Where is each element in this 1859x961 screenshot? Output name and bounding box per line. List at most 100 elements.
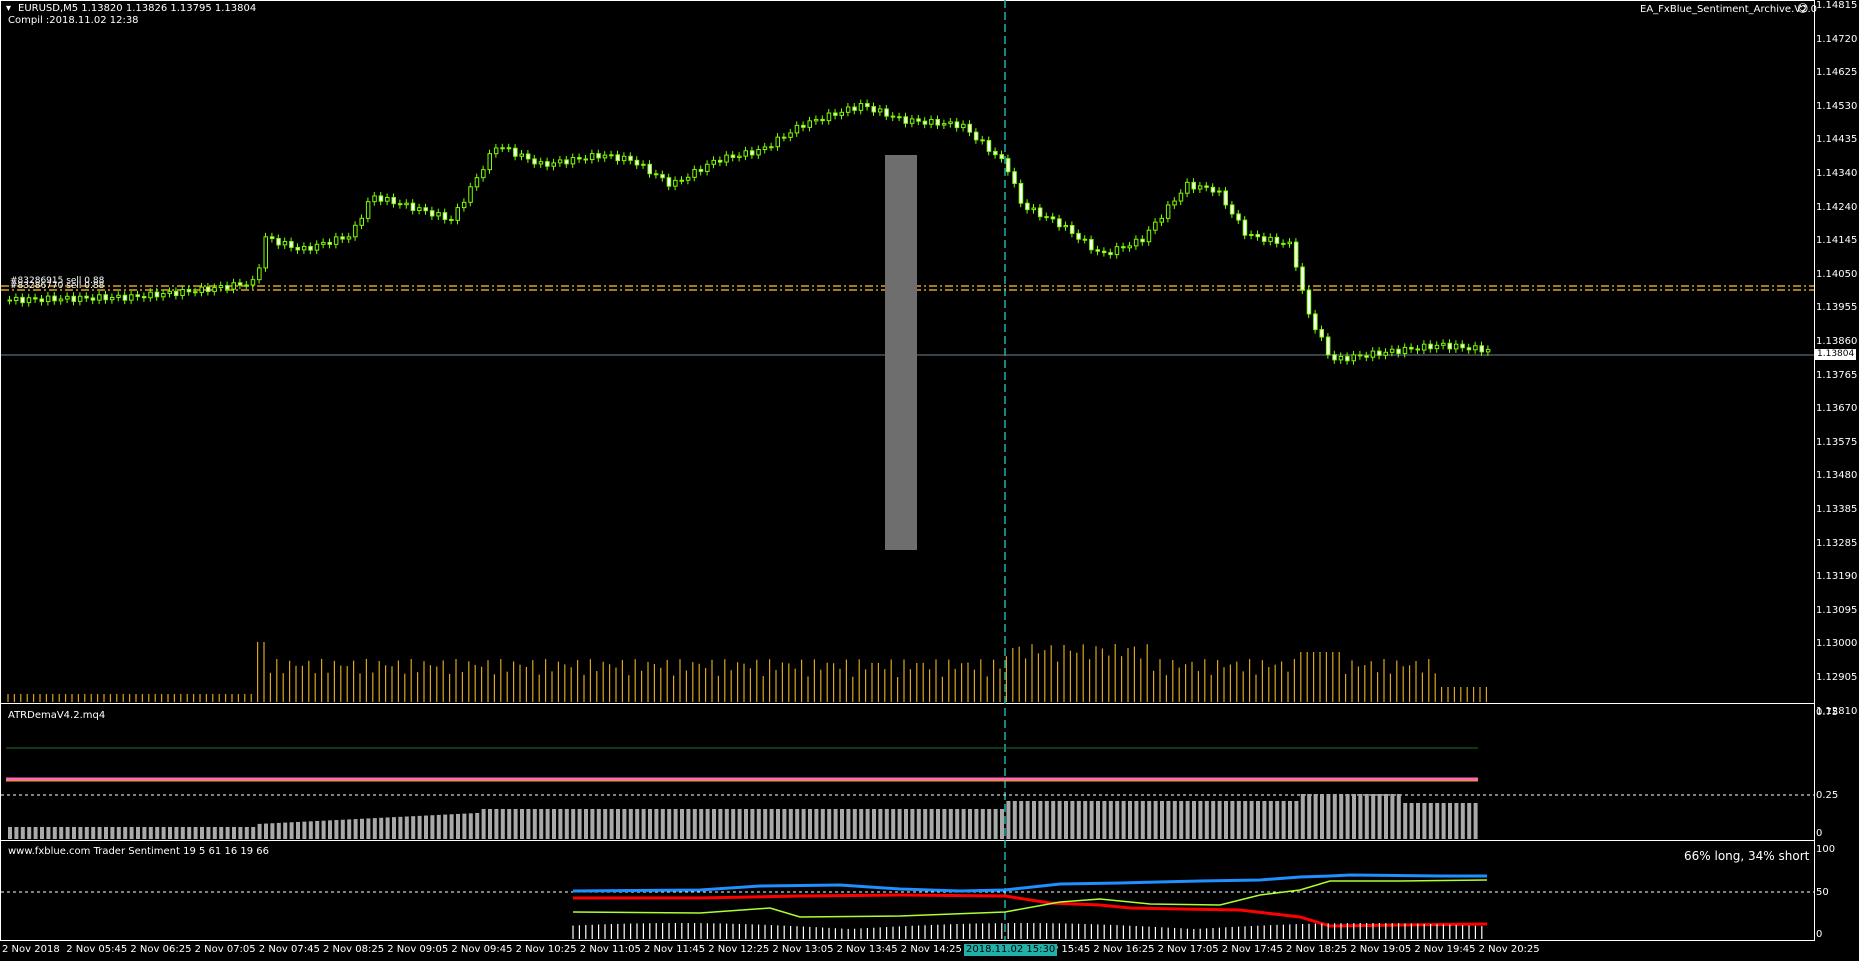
atr-histogram-bar: [219, 827, 224, 839]
volume-bars: [7, 642, 1488, 702]
atr-histogram-bar: [609, 809, 614, 839]
candle-body: [404, 202, 409, 206]
candle-body: [1057, 218, 1062, 228]
atr-histogram-bar: [692, 809, 697, 839]
ea-smiley-icon[interactable]: ☺: [1797, 3, 1808, 15]
atr-histogram-bar: [1096, 801, 1100, 839]
candle-body: [442, 212, 448, 220]
symbol-info: EURUSD,M5 1.13820 1.13826 1.13795 1.1380…: [18, 3, 257, 14]
atr-histogram-bar: [1012, 801, 1017, 839]
atr-histogram-bar: [763, 809, 768, 839]
candle-body: [1210, 186, 1216, 193]
sentiment-axis-max: 100: [1816, 844, 1836, 855]
candle-body: [13, 296, 19, 302]
candle-body: [1434, 344, 1440, 350]
chart-menu-arrow-icon[interactable]: ▾: [6, 3, 11, 15]
atr-histogram-bar: [532, 809, 537, 839]
time-axis-label: 2 Nov 07:05: [194, 944, 256, 955]
candle-body: [692, 168, 697, 178]
candle-body: [436, 212, 441, 217]
atr-histogram-bar: [334, 820, 339, 839]
atr-histogram-bar: [660, 809, 665, 839]
atr-histogram-bar: [571, 809, 576, 839]
atr-histogram-bar: [731, 809, 736, 839]
atr-histogram-bar: [520, 809, 524, 839]
candle-body: [935, 118, 940, 126]
atr-histogram-bar: [180, 827, 185, 839]
price-axis-label: 1.12905: [1816, 672, 1858, 683]
atr-histogram-bar: [1326, 794, 1331, 839]
atr-histogram-bar: [116, 827, 121, 839]
candle-body: [1338, 355, 1344, 361]
atr-histogram-bar: [1435, 803, 1440, 839]
atr-histogram-bar: [193, 827, 198, 839]
candle-body: [794, 124, 800, 134]
time-axis-label: 2 Nov 11:45: [644, 944, 706, 955]
candle-body: [109, 296, 115, 301]
order-label-2[interactable]: #83286770 sell 0.88: [10, 282, 104, 291]
candle-body: [481, 169, 486, 179]
candle-body: [199, 286, 204, 293]
candle-body: [269, 236, 275, 239]
time-axis-label: 2 Nov 19:45: [1414, 944, 1476, 955]
candle-body: [717, 159, 723, 163]
candle-body: [1089, 238, 1094, 251]
candle-body: [1274, 236, 1280, 244]
sentiment-axis-min: 0: [1816, 929, 1823, 940]
atr-histogram-bar: [1390, 794, 1395, 839]
atr-histogram-bar: [1057, 801, 1062, 839]
candle-body: [801, 124, 806, 128]
candle-body: [1293, 241, 1299, 268]
candle-body: [1242, 219, 1248, 236]
atr-histogram-bar: [846, 809, 851, 839]
candle-body: [468, 186, 473, 203]
price-axis-label: 1.13955: [1816, 302, 1858, 314]
atr-histogram-bar: [372, 818, 377, 839]
candle-body: [788, 132, 793, 138]
candle-body: [570, 157, 576, 165]
candle-body: [813, 118, 819, 122]
candle-body: [263, 236, 268, 269]
candle-body: [1421, 343, 1427, 351]
atr-histogram-bar: [129, 827, 134, 839]
time-axis-label: 2 Nov 12:25: [708, 944, 770, 955]
expert-advisor-label[interactable]: EA_FxBlue_Sentiment_Archive.V2.0: [1640, 4, 1817, 16]
candle-body: [116, 294, 121, 298]
candle-body: [762, 146, 768, 151]
atr-histogram-bar: [1345, 794, 1350, 839]
chart-canvas[interactable]: [0, 0, 1859, 961]
atr-histogram-bar: [148, 827, 153, 839]
candle-body: [961, 123, 966, 129]
candle-body: [993, 150, 998, 156]
atr-histogram-bar: [161, 827, 166, 839]
candle-body: [1063, 225, 1068, 228]
candle-body: [1236, 213, 1241, 221]
candle-body: [628, 155, 633, 161]
price-axis-label: 1.14145: [1816, 235, 1858, 247]
atr-histogram-bar: [8, 827, 12, 839]
candle-body: [122, 294, 128, 301]
price-axis-label: 1.13190: [1816, 571, 1858, 583]
candle-body: [589, 153, 595, 161]
candle-body: [205, 286, 211, 293]
atr-histogram-bar: [1454, 803, 1459, 839]
candle-body: [257, 267, 262, 281]
candle-body: [807, 120, 812, 128]
atr-histogram-bar: [699, 809, 704, 839]
candle-body: [999, 154, 1004, 160]
atr-histogram-bar: [321, 820, 326, 839]
candle-body: [711, 159, 716, 165]
candle-body: [1441, 342, 1446, 346]
atr-histogram-bar: [1339, 794, 1344, 839]
candle-body: [1402, 346, 1408, 354]
atr-histogram-bar: [1320, 794, 1324, 839]
candle-body: [538, 161, 544, 165]
atr-histogram-bar: [635, 809, 640, 839]
atr-histogram-bar: [712, 809, 716, 839]
atr-histogram-bar: [1313, 794, 1318, 839]
atr-histogram-bar: [526, 809, 531, 839]
candle-body: [929, 118, 934, 125]
atr-histogram-bar: [737, 809, 742, 839]
atr-histogram-bar: [174, 827, 179, 839]
candle-body: [724, 154, 729, 163]
